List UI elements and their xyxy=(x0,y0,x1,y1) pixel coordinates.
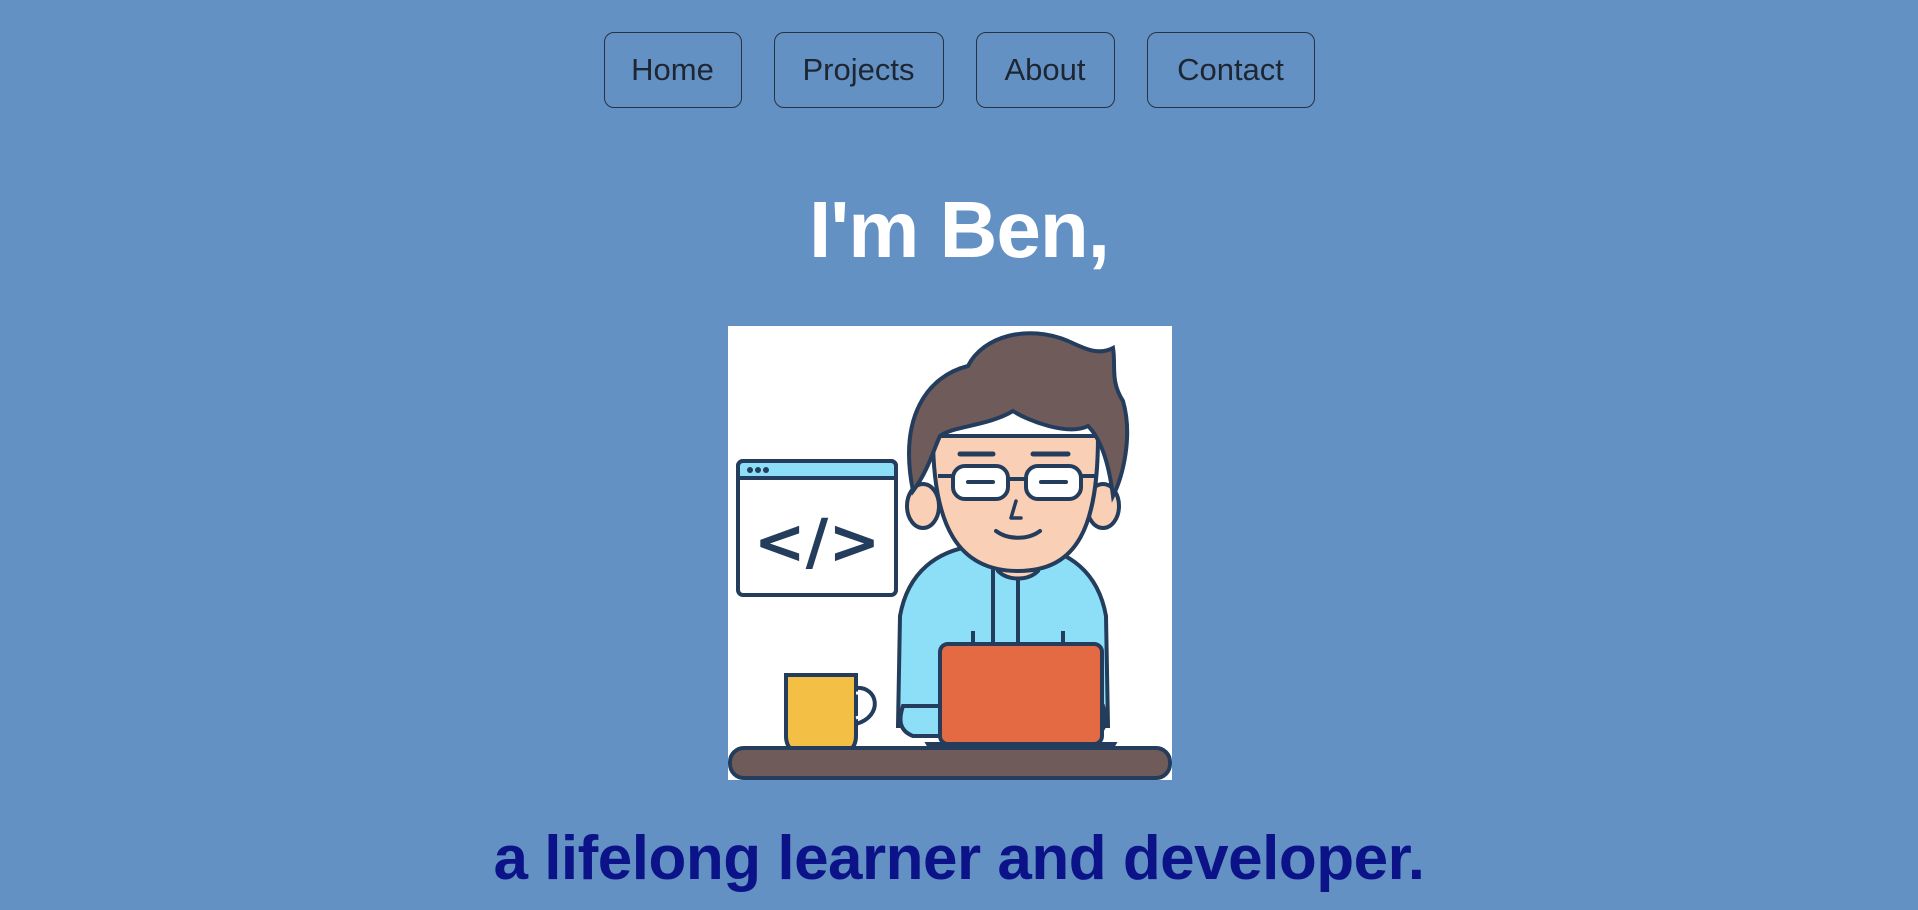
nav-projects-button[interactable]: Projects xyxy=(773,32,944,108)
developer-avatar-icon: </> xyxy=(728,331,1172,780)
developer-illustration: </> xyxy=(728,326,1172,780)
nav-about-button[interactable]: About xyxy=(975,32,1115,108)
laptop-icon xyxy=(924,642,1118,756)
nav-home-button[interactable]: Home xyxy=(603,32,742,108)
hero-tagline: a lifelong learner and developer. xyxy=(493,824,1425,893)
main-nav: Home Projects About Contact xyxy=(0,32,1918,108)
nav-contact-button[interactable]: Contact xyxy=(1146,32,1315,108)
hero-title: I'm Ben, xyxy=(809,185,1110,274)
code-window-icon: </> xyxy=(736,459,898,597)
code-symbol: </> xyxy=(754,505,881,578)
coffee-mug-icon xyxy=(784,673,877,756)
